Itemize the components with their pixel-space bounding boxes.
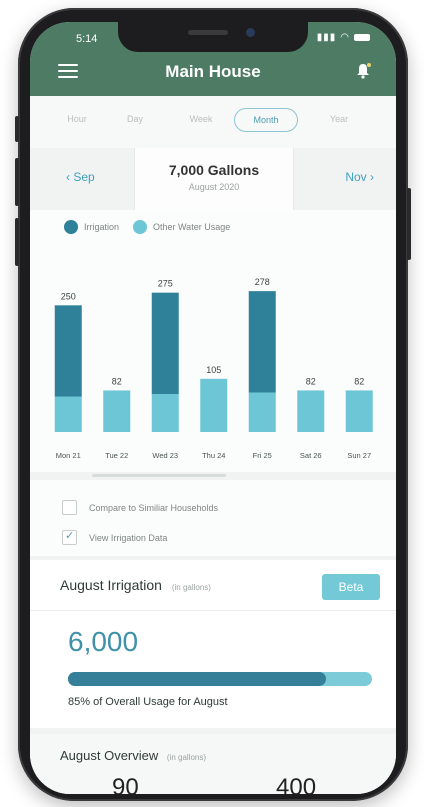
bar-other-4 — [248, 392, 276, 432]
bar-other-0 — [54, 396, 82, 432]
irrigation-data-checkbox[interactable] — [62, 529, 77, 545]
irrigation-total-value: 6,000 — [68, 626, 139, 657]
bar-value-label-2: 275 — [158, 279, 173, 289]
mute-switch — [15, 116, 19, 142]
usage-chart-panel: Irrigation Other Water Usage 250 Mon 21 82… — [30, 210, 396, 472]
overview-unit-note: (in gallons) — [166, 753, 207, 762]
irrigation-title-text: August Irrigation — [60, 577, 162, 593]
compare-households-option[interactable]: Compare to Similiar Households — [62, 500, 218, 515]
bar-other-3 — [200, 378, 228, 432]
bell-icon[interactable] — [354, 62, 372, 80]
overview-title-text: August Overview — [60, 748, 159, 763]
usage-bar-chart: 250 Mon 21 82 Tue 22 275 Wed 23 105 Thu 24 278 Fr… — [54, 277, 373, 460]
x-tick-label-4: Fri 25 — [253, 451, 272, 460]
bar-other-1 — [103, 390, 131, 432]
bar-other-5 — [297, 390, 325, 432]
bar-value-label-3: 105 — [206, 365, 221, 375]
x-tick-label-0: Mon 21 — [56, 451, 81, 460]
total-gallons: 7,000 Gallons — [168, 162, 260, 178]
period-summary: 7,000 Gallons August 2020 — [134, 148, 294, 210]
bar-value-label-5: 82 — [306, 376, 316, 386]
irrigation-card: August Irrigation (in gallons) Beta 6,00… — [30, 560, 396, 728]
overview-card-title: August Overview (in gallons) — [60, 748, 206, 763]
tab-month[interactable]: Month — [234, 108, 298, 132]
bar-irrigation-2 — [151, 292, 179, 394]
x-tick-label-3: Thu 24 — [202, 451, 225, 460]
bar-value-label-0: 250 — [61, 291, 76, 301]
notch — [118, 22, 308, 52]
tab-year[interactable]: Year — [314, 108, 364, 130]
horizontal-scroll-indicator[interactable] — [92, 474, 226, 477]
overview-card: August Overview (in gallons) 90 400 — [30, 734, 396, 794]
power-button — [407, 188, 411, 260]
next-month-button[interactable]: Nov › — [345, 170, 374, 184]
tab-week[interactable]: Week — [176, 108, 226, 130]
period-tabs: Hour Day Week Month Year — [30, 96, 396, 148]
irrigation-progress-bar — [68, 672, 372, 686]
volume-up-button — [15, 158, 19, 206]
volume-down-button — [15, 218, 19, 266]
bar-value-label-1: 82 — [112, 376, 122, 386]
x-tick-label-6: Sun 27 — [347, 451, 371, 460]
beta-button[interactable]: Beta — [322, 574, 380, 600]
wifi-icon: ◠ — [340, 32, 350, 43]
irrigation-unit-note: (in gallons) — [171, 583, 211, 592]
front-camera — [246, 28, 255, 37]
previous-month-label: Sep — [73, 170, 95, 184]
bar-value-label-4: 278 — [255, 277, 270, 287]
status-icons: ▮▮▮ ◠ — [317, 32, 370, 43]
battery-icon — [354, 34, 370, 41]
chevron-left-icon: ‹ — [66, 170, 70, 184]
overview-value-left: 90 — [112, 774, 139, 794]
previous-month-button[interactable]: ‹ Sep — [66, 170, 95, 184]
irrigation-data-option[interactable]: View Irrigation Data — [62, 529, 168, 545]
irrigation-progress-fill — [68, 672, 327, 686]
period-label: August 2020 — [188, 182, 240, 192]
signal-icon: ▮▮▮ — [316, 32, 337, 43]
bar-irrigation-0 — [54, 305, 82, 397]
irrigation-percent-label: 85% of Overall Usage for August — [68, 696, 228, 708]
app-screen: 5:14 ▮▮▮ ◠ Main House Hour Day Week Mont… — [30, 22, 396, 794]
compare-households-label: Compare to Similiar Households — [89, 502, 219, 513]
chart-options: Compare to Similiar Households View Irri… — [30, 480, 396, 556]
compare-households-checkbox[interactable] — [62, 500, 77, 515]
irrigation-card-header: August Irrigation (in gallons) Beta — [30, 560, 396, 611]
period-navigator: ‹ Sep 7,000 Gallons August 2020 Nov › — [30, 148, 396, 210]
tab-hour[interactable]: Hour — [52, 108, 102, 130]
irrigation-card-title: August Irrigation (in gallons) — [60, 577, 211, 593]
overview-value-right: 400 — [276, 774, 317, 794]
bar-value-label-6: 82 — [354, 376, 364, 386]
bar-other-2 — [151, 394, 179, 432]
page-title: Main House — [165, 62, 261, 81]
tab-day[interactable]: Day — [110, 108, 160, 130]
bar-other-6 — [345, 390, 373, 432]
x-tick-label-1: Tue 22 — [105, 451, 128, 460]
next-month-label: Nov — [345, 170, 367, 184]
status-time: 5:14 — [76, 33, 98, 45]
x-tick-label-5: Sat 26 — [300, 451, 322, 460]
irrigation-data-label: View Irrigation Data — [89, 532, 168, 543]
bar-irrigation-4 — [248, 291, 276, 393]
speaker — [188, 30, 228, 35]
chevron-right-icon: › — [370, 170, 374, 184]
x-tick-label-2: Wed 23 — [152, 451, 178, 460]
